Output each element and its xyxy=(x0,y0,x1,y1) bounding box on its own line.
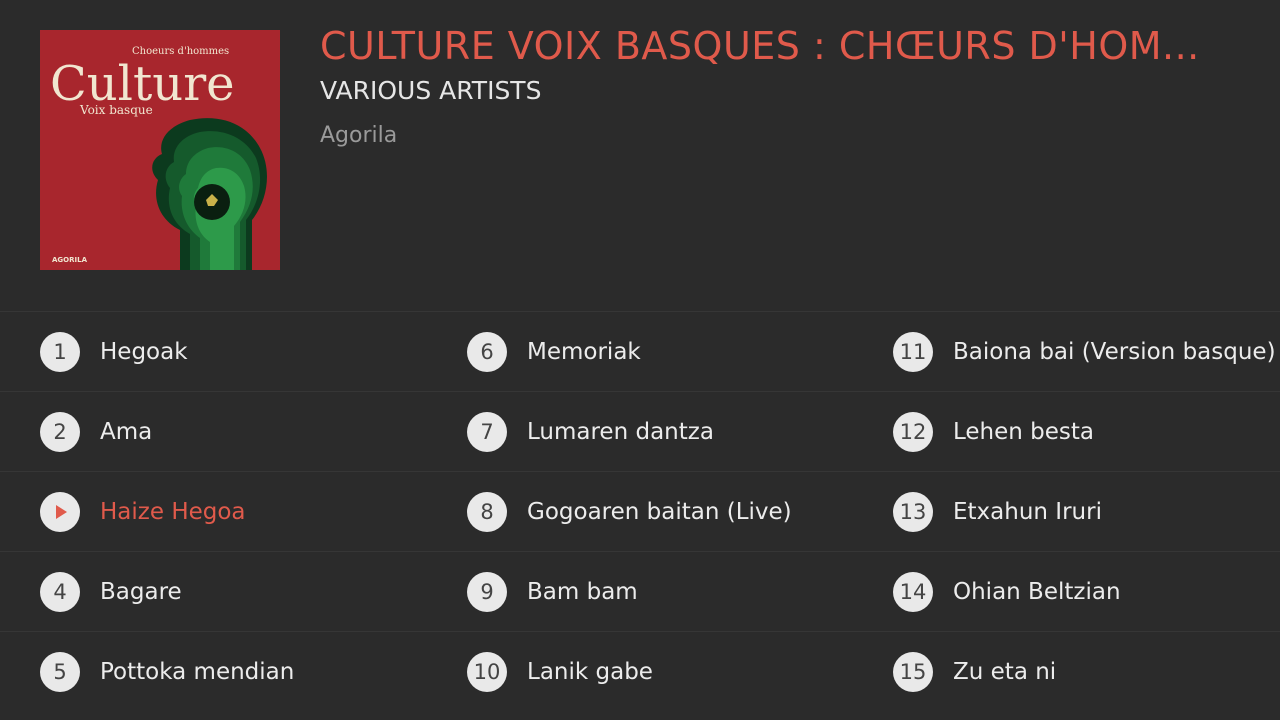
track-number-badge[interactable]: 7 xyxy=(467,411,507,452)
track-number-badge[interactable]: 9 xyxy=(467,571,507,612)
play-button[interactable] xyxy=(40,491,80,532)
track-item[interactable]: 8 Gogoaren baitan (Live) xyxy=(467,472,872,551)
cover-logo: AGORILA xyxy=(52,256,88,264)
track-row: 5 Pottoka mendian 10 Lanik gabe 15 Zu et… xyxy=(0,631,1280,711)
album-label[interactable]: Agorila xyxy=(320,120,397,152)
track-number-badge[interactable]: 5 xyxy=(40,651,80,692)
track-title[interactable]: Ama xyxy=(100,419,152,445)
track-title[interactable]: Etxahun Iruri xyxy=(953,499,1102,525)
track-title[interactable]: Memoriak xyxy=(527,339,641,365)
track-item[interactable]: 5 Pottoka mendian xyxy=(40,632,445,711)
track-title[interactable]: Ohian Beltzian xyxy=(953,579,1121,605)
track-item[interactable]: 1 Hegoak xyxy=(40,312,445,391)
track-title[interactable]: Lumaren dantza xyxy=(527,419,714,445)
track-title[interactable]: Pottoka mendian xyxy=(100,659,294,685)
track-row: Haize Hegoa 8 Gogoaren baitan (Live) 13 … xyxy=(0,471,1280,551)
album-cover: Choeurs d'hommes Culture Voix basque AGO… xyxy=(40,30,280,270)
track-item-playing[interactable]: Haize Hegoa xyxy=(40,472,445,551)
track-row: 1 Hegoak 6 Memoriak 11 Baiona bai (Versi… xyxy=(0,311,1280,391)
track-number-badge[interactable]: 8 xyxy=(467,491,507,532)
track-number-badge[interactable]: 1 xyxy=(40,331,80,372)
track-row: 4 Bagare 9 Bam bam 14 Ohian Beltzian xyxy=(0,551,1280,631)
track-row: 2 Ama 7 Lumaren dantza 12 Lehen besta xyxy=(0,391,1280,471)
track-number-badge[interactable]: 6 xyxy=(467,331,507,372)
track-item[interactable]: 4 Bagare xyxy=(40,552,445,631)
track-item[interactable]: 13 Etxahun Iruri xyxy=(893,472,1280,551)
album-header: Choeurs d'hommes Culture Voix basque AGO… xyxy=(0,0,1280,311)
track-number-badge[interactable]: 14 xyxy=(893,571,933,612)
track-item[interactable]: 12 Lehen besta xyxy=(893,392,1280,471)
album-artist[interactable]: VARIOUS ARTISTS xyxy=(320,73,541,109)
album-cover-art: Choeurs d'hommes Culture Voix basque AGO… xyxy=(40,30,280,270)
track-number-badge[interactable]: 2 xyxy=(40,411,80,452)
track-title[interactable]: Hegoak xyxy=(100,339,188,365)
track-item[interactable]: 7 Lumaren dantza xyxy=(467,392,872,471)
track-title[interactable]: Bagare xyxy=(100,579,182,605)
track-number-badge[interactable]: 4 xyxy=(40,571,80,612)
track-item[interactable]: 11 Baiona bai (Version basque) xyxy=(893,312,1280,391)
track-title[interactable]: Bam bam xyxy=(527,579,638,605)
track-item[interactable]: 2 Ama xyxy=(40,392,445,471)
track-number-badge[interactable]: 13 xyxy=(893,491,933,532)
track-title[interactable]: Gogoaren baitan (Live) xyxy=(527,499,792,525)
track-number-badge[interactable]: 11 xyxy=(893,331,933,372)
track-title[interactable]: Lehen besta xyxy=(953,419,1094,445)
track-number-badge[interactable]: 12 xyxy=(893,411,933,452)
track-item[interactable]: 10 Lanik gabe xyxy=(467,632,872,711)
track-number-badge[interactable]: 15 xyxy=(893,651,933,692)
track-list: 1 Hegoak 6 Memoriak 11 Baiona bai (Versi… xyxy=(0,311,1280,711)
track-title[interactable]: Haize Hegoa xyxy=(100,499,246,525)
track-item[interactable]: 15 Zu eta ni xyxy=(893,632,1280,711)
track-title[interactable]: Baiona bai (Version basque) xyxy=(953,339,1276,365)
track-item[interactable]: 9 Bam bam xyxy=(467,552,872,631)
track-title[interactable]: Lanik gabe xyxy=(527,659,653,685)
album-title: CULTURE VOIX BASQUES : CHŒURS D'HOM... xyxy=(320,24,1200,68)
track-item[interactable]: 6 Memoriak xyxy=(467,312,872,391)
cover-caption: Voix basque xyxy=(79,103,153,117)
track-item[interactable]: 14 Ohian Beltzian xyxy=(893,552,1280,631)
play-icon xyxy=(56,504,67,519)
track-title[interactable]: Zu eta ni xyxy=(953,659,1056,685)
track-number-badge[interactable]: 10 xyxy=(467,651,507,692)
